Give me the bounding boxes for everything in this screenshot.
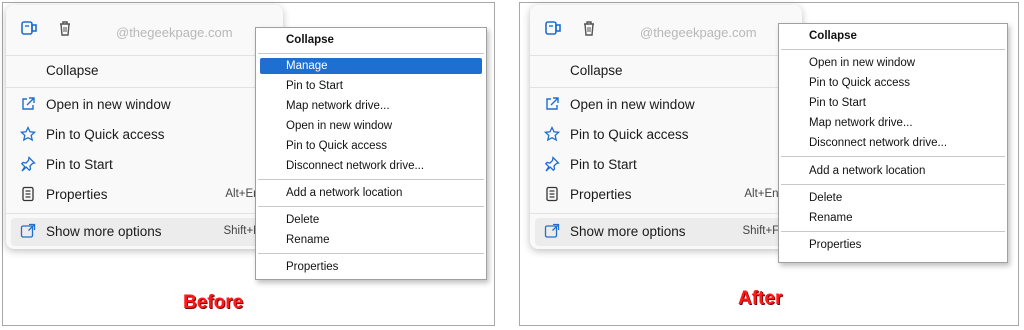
separator bbox=[6, 55, 283, 56]
properties-icon bbox=[544, 186, 560, 202]
menu-item-label: Show more options bbox=[570, 224, 686, 239]
separator bbox=[781, 231, 1005, 232]
classic-open-in-new-window-item[interactable]: Open in new window bbox=[258, 118, 484, 134]
menu-item-label: Properties bbox=[570, 187, 632, 202]
after-panel: @thegeekpage.com Collapse Open in new wi… bbox=[519, 2, 1019, 326]
win11-context-menu: @thegeekpage.com Collapse Open in new wi… bbox=[530, 5, 802, 249]
menu-item-label: Open in new window bbox=[570, 97, 695, 112]
separator bbox=[258, 179, 484, 180]
context-icon-bar: @thegeekpage.com bbox=[6, 5, 283, 55]
open-external-icon bbox=[544, 96, 560, 112]
classic-add-network-location-item[interactable]: Add a network location bbox=[781, 163, 1005, 179]
collapse-pane-icon[interactable] bbox=[20, 19, 38, 37]
classic-context-menu: Collapse Open in new window Pin to Quick… bbox=[778, 23, 1008, 263]
before-caption: Before bbox=[183, 292, 244, 313]
collapse-pane-icon[interactable] bbox=[544, 19, 562, 37]
menu-item-label: Pin to Start bbox=[46, 157, 113, 172]
menu-item-label: Show more options bbox=[46, 224, 162, 239]
separator bbox=[530, 55, 802, 56]
separator bbox=[530, 213, 802, 214]
classic-pin-to-quick-access-item[interactable]: Pin to Quick access bbox=[781, 75, 1005, 91]
classic-pin-to-quick-access-item[interactable]: Pin to Quick access bbox=[258, 138, 484, 154]
win11-context-menu: @thegeekpage.com Collapse Open in new wi… bbox=[6, 5, 283, 249]
classic-rename-item[interactable]: Rename bbox=[781, 210, 1005, 226]
classic-disconnect-network-drive-item[interactable]: Disconnect network drive... bbox=[258, 158, 484, 174]
separator bbox=[258, 53, 484, 54]
star-icon bbox=[544, 126, 560, 142]
menu-item-label: Pin to Start bbox=[570, 157, 637, 172]
classic-collapse-item[interactable]: Collapse bbox=[258, 32, 484, 48]
classic-collapse-item[interactable]: Collapse bbox=[781, 28, 1005, 44]
delete-icon[interactable] bbox=[580, 19, 598, 37]
delete-icon[interactable] bbox=[56, 19, 74, 37]
menu-item-label: Collapse bbox=[570, 63, 623, 78]
separator bbox=[530, 87, 802, 88]
show-more-icon bbox=[20, 223, 36, 239]
properties-item[interactable]: Properties Alt+Enter bbox=[530, 181, 802, 209]
menu-item-label: Open in new window bbox=[46, 97, 171, 112]
classic-properties-item[interactable]: Properties bbox=[781, 237, 1005, 253]
menu-item-label: Collapse bbox=[46, 63, 99, 78]
classic-rename-item[interactable]: Rename bbox=[258, 232, 484, 248]
classic-map-network-drive-item[interactable]: Map network drive... bbox=[781, 115, 1005, 131]
classic-open-in-new-window-item[interactable]: Open in new window bbox=[781, 55, 1005, 71]
separator bbox=[781, 156, 1005, 157]
classic-map-network-drive-item[interactable]: Map network drive... bbox=[258, 98, 484, 114]
collapse-menu-item[interactable]: Collapse bbox=[6, 57, 283, 85]
separator bbox=[781, 49, 1005, 50]
collapse-menu-item[interactable]: Collapse bbox=[530, 57, 802, 85]
star-icon bbox=[20, 126, 36, 142]
menu-item-label: Properties bbox=[46, 187, 108, 202]
menu-item-label: Pin to Quick access bbox=[46, 127, 165, 142]
separator bbox=[258, 253, 484, 254]
menu-item-label: Pin to Quick access bbox=[570, 127, 689, 142]
pin-icon bbox=[544, 156, 560, 172]
classic-pin-to-start-item[interactable]: Pin to Start bbox=[258, 78, 484, 94]
separator bbox=[6, 213, 283, 214]
before-panel: @thegeekpage.com Collapse Open in new wi… bbox=[2, 2, 495, 326]
classic-manage-item[interactable]: Manage bbox=[260, 58, 482, 74]
separator bbox=[6, 87, 283, 88]
classic-context-menu: Collapse Manage Pin to Start Map network… bbox=[255, 27, 487, 280]
pin-to-start-item[interactable]: Pin to Start bbox=[530, 151, 802, 179]
open-in-new-window-item[interactable]: Open in new window bbox=[530, 91, 802, 119]
watermark: @thegeekpage.com bbox=[116, 25, 233, 40]
pin-to-quick-access-item[interactable]: Pin to Quick access bbox=[530, 121, 802, 149]
classic-pin-to-start-item[interactable]: Pin to Start bbox=[781, 95, 1005, 111]
pin-icon bbox=[20, 156, 36, 172]
show-more-options-item[interactable]: Show more options Shift+F10 bbox=[11, 218, 278, 246]
after-caption: After bbox=[738, 288, 783, 309]
properties-icon bbox=[20, 186, 36, 202]
classic-delete-item[interactable]: Delete bbox=[781, 190, 1005, 206]
show-more-icon bbox=[544, 223, 560, 239]
classic-disconnect-network-drive-item[interactable]: Disconnect network drive... bbox=[781, 135, 1005, 151]
classic-add-network-location-item[interactable]: Add a network location bbox=[258, 185, 484, 201]
classic-delete-item[interactable]: Delete bbox=[258, 212, 484, 228]
open-external-icon bbox=[20, 96, 36, 112]
separator bbox=[781, 184, 1005, 185]
pin-to-quick-access-item[interactable]: Pin to Quick access bbox=[6, 121, 283, 149]
pin-to-start-item[interactable]: Pin to Start bbox=[6, 151, 283, 179]
properties-item[interactable]: Properties Alt+Enter bbox=[6, 181, 283, 209]
open-in-new-window-item[interactable]: Open in new window bbox=[6, 91, 283, 119]
classic-properties-item[interactable]: Properties bbox=[258, 259, 484, 275]
show-more-options-item[interactable]: Show more options Shift+F10 bbox=[535, 218, 797, 246]
watermark: @thegeekpage.com bbox=[640, 25, 757, 40]
context-icon-bar: @thegeekpage.com bbox=[530, 5, 802, 55]
separator bbox=[258, 206, 484, 207]
